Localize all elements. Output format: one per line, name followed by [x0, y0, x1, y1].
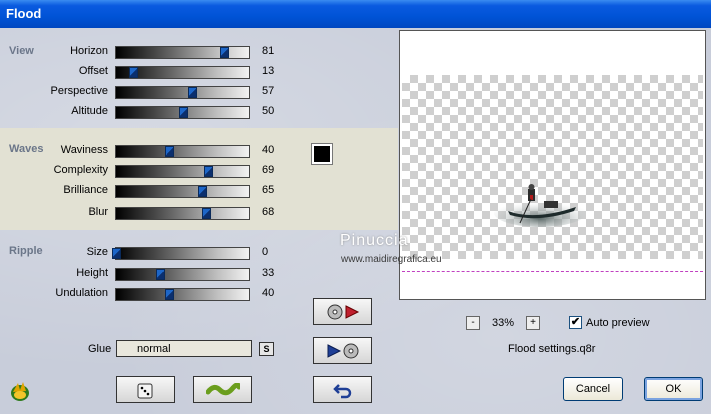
offset-value[interactable]: 13 [262, 65, 286, 77]
glue-label: Glue [88, 343, 112, 355]
waviness-slider[interactable] [115, 145, 250, 158]
brilliance-slider[interactable] [115, 185, 250, 198]
gondola-image [494, 184, 586, 227]
dialog-client: View Horizon 81 Offset 13 Perspective 57 Altit… [0, 28, 711, 414]
horizon-value[interactable]: 81 [262, 45, 286, 57]
brilliance-value[interactable]: 65 [262, 184, 286, 196]
altitude-slider-thumb[interactable] [178, 107, 188, 118]
dice-icon [137, 383, 152, 398]
horizon-slider-thumb[interactable] [219, 47, 229, 58]
watermark-url: www.maidiregrafica.eu [341, 254, 442, 265]
zoom-out-button[interactable]: - [466, 316, 480, 330]
altitude-slider[interactable] [115, 106, 250, 119]
horizon-line [402, 271, 703, 272]
perspective-label: Perspective [50, 85, 108, 97]
offset-label: Offset [78, 65, 108, 77]
ok-button[interactable]: OK [644, 377, 703, 401]
brilliance-label: Brilliance [63, 184, 108, 196]
horizon-slider[interactable] [115, 46, 250, 59]
brilliance-slider-thumb[interactable] [198, 186, 208, 197]
undulation-slider-thumb[interactable] [165, 289, 175, 300]
blur-label: Blur [88, 206, 108, 218]
randomize-button[interactable] [116, 376, 175, 403]
height-slider[interactable] [115, 268, 250, 281]
height-value[interactable]: 33 [262, 267, 286, 279]
save-preset-icon [327, 304, 359, 319]
waviness-value[interactable]: 40 [262, 144, 286, 156]
offset-slider-thumb[interactable] [129, 67, 139, 78]
perspective-slider-thumb[interactable] [187, 87, 197, 98]
load-preset-icon [327, 343, 358, 358]
waviness-label: Waviness [60, 144, 108, 156]
auto-preview-label: Auto preview [586, 317, 650, 329]
preview-panel[interactable] [399, 30, 706, 300]
glue-s-button[interactable]: S [259, 342, 274, 356]
complexity-slider[interactable] [115, 165, 250, 178]
complexity-slider-thumb[interactable] [203, 166, 213, 177]
cancel-button[interactable]: Cancel [563, 377, 623, 401]
horizon-label: Horizon [70, 45, 108, 57]
title-bar: Flood [0, 0, 711, 28]
altitude-value[interactable]: 50 [262, 105, 286, 117]
size-slider-thumb[interactable] [112, 248, 121, 259]
undulation-slider[interactable] [115, 288, 250, 301]
reset-button[interactable] [313, 376, 372, 403]
undulation-label: Undulation [55, 287, 108, 299]
undo-icon [332, 383, 351, 398]
filters-unlimited-logo[interactable] [9, 380, 31, 402]
perspective-value[interactable]: 57 [262, 85, 286, 97]
glue-select[interactable]: normal [116, 340, 252, 357]
blur-slider[interactable] [115, 207, 250, 220]
size-slider[interactable] [112, 247, 250, 260]
offset-slider[interactable] [115, 66, 250, 79]
height-slider-thumb[interactable] [155, 269, 165, 280]
wave-color-swatch[interactable] [311, 143, 333, 165]
waviness-slider-thumb[interactable] [165, 146, 175, 157]
save-preset-button[interactable] [313, 298, 372, 325]
size-label: Size [86, 246, 108, 258]
watermark-text: Pinuccia [340, 232, 409, 249]
wave-icon [205, 382, 240, 395]
complexity-value[interactable]: 69 [262, 164, 286, 176]
blur-slider-thumb[interactable] [202, 208, 212, 219]
zoom-level: 33% [492, 317, 515, 329]
settings-filename: Flood settings.q8r [508, 343, 596, 355]
wave-button[interactable] [193, 376, 252, 403]
perspective-slider[interactable] [115, 86, 250, 99]
size-value[interactable]: 0 [262, 246, 286, 258]
complexity-label: Complexity [53, 164, 108, 176]
window-title: Flood [6, 6, 42, 21]
preview-transparency [402, 75, 703, 272]
blur-value[interactable]: 68 [262, 206, 286, 218]
altitude-label: Altitude [71, 105, 108, 117]
undulation-value[interactable]: 40 [262, 287, 286, 299]
height-label: Height [76, 267, 108, 279]
auto-preview-checkbox[interactable]: ✔ [569, 316, 582, 329]
zoom-in-button[interactable]: + [526, 316, 540, 330]
load-preset-button[interactable] [313, 337, 372, 364]
